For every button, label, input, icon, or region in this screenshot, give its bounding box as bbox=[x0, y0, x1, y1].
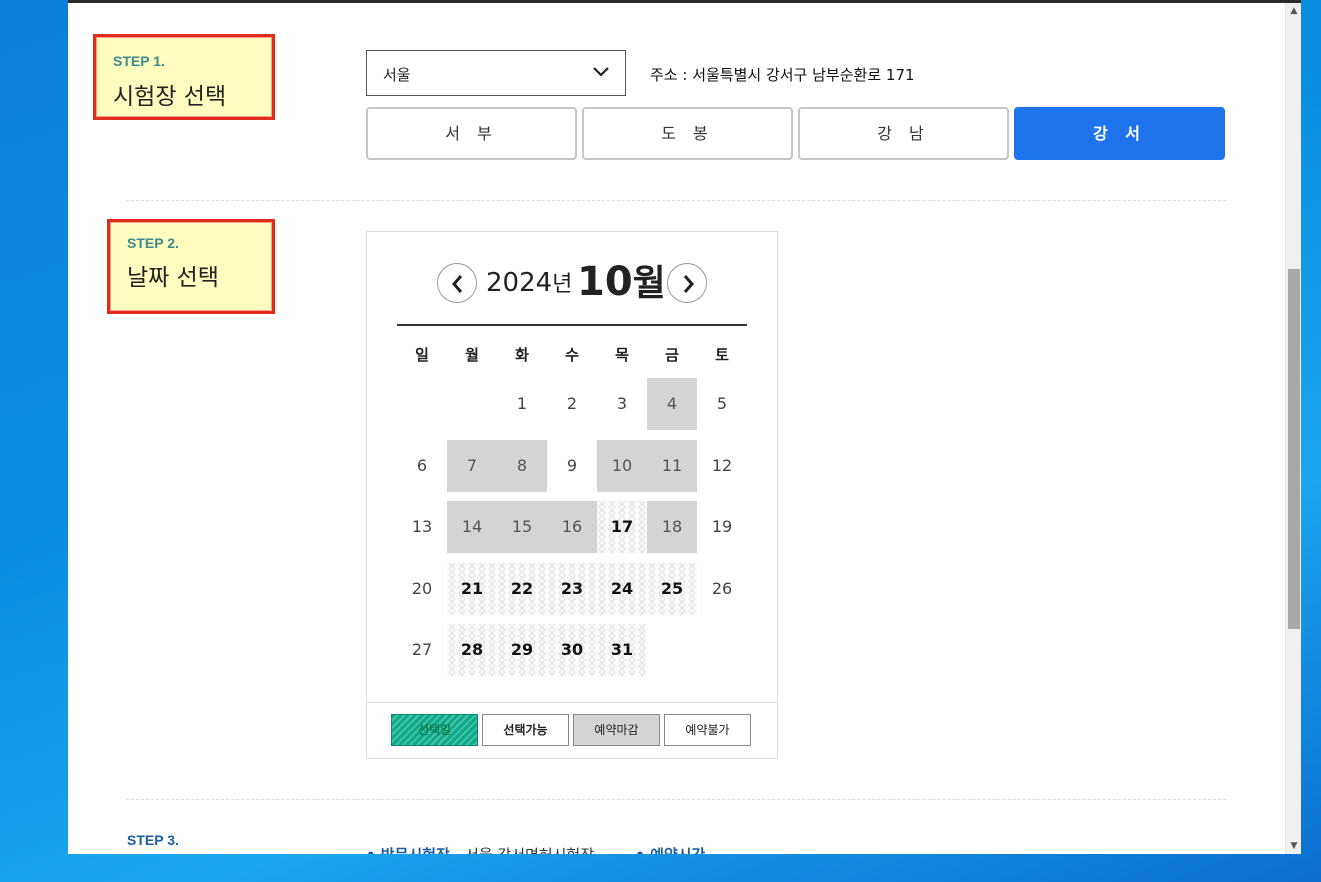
weekday-label: 토 bbox=[715, 346, 729, 364]
center-tab[interactable]: 도 봉 bbox=[582, 107, 793, 160]
scroll-thumb[interactable] bbox=[1288, 269, 1300, 629]
calendar-day: 19 bbox=[711, 517, 733, 536]
calendar-month-unit: 월 bbox=[632, 263, 666, 304]
calendar-day: 1 bbox=[516, 394, 528, 413]
center-tab[interactable]: 강 서 bbox=[1014, 107, 1225, 160]
chevron-down-icon bbox=[591, 61, 611, 87]
weekday-label: 금 bbox=[665, 346, 679, 364]
calendar-day: 14 bbox=[447, 501, 497, 553]
step1-title: 시험장 선택 bbox=[113, 84, 227, 110]
calendar-year-value: 2024 bbox=[486, 268, 553, 298]
legend-divider bbox=[367, 702, 777, 703]
calendar-year-unit: 년 bbox=[552, 272, 573, 297]
calendar-month-value: 10 bbox=[577, 259, 633, 305]
calendar-day[interactable]: 21 bbox=[447, 563, 497, 615]
scroll-up-icon[interactable]: ▲ bbox=[1286, 3, 1301, 19]
calendar-day: 9 bbox=[566, 456, 578, 475]
legend-unavailable: 예약불가 bbox=[664, 714, 751, 746]
weekday-label: 화 bbox=[515, 346, 529, 364]
calendar: 2024년 10월 일월화수목금토 1 2 3 4 5 6 7 8 9 10 11 12 13 14 15 1… bbox=[366, 231, 778, 759]
legend-selected: 선택일 bbox=[391, 714, 478, 746]
calendar-day: 13 bbox=[411, 517, 433, 536]
calendar-day: 18 bbox=[647, 501, 697, 553]
center-tab[interactable]: 서 부 bbox=[366, 107, 577, 160]
calendar-day: 16 bbox=[547, 501, 597, 553]
browser-window: STEP 1. 시험장 선택 서울 주소 : 서울특별시 강서구 남부순환로 1… bbox=[68, 3, 1301, 854]
prev-month-button[interactable] bbox=[437, 263, 477, 303]
center-tab[interactable]: 강 남 bbox=[798, 107, 1009, 160]
calendar-day[interactable]: 30 bbox=[547, 624, 597, 676]
calendar-day: 4 bbox=[647, 378, 697, 430]
visit-center-value: 서울 강서면허시험장 bbox=[465, 846, 594, 854]
calendar-day: 27 bbox=[411, 640, 433, 659]
legend-available: 선택가능 bbox=[482, 714, 569, 746]
weekday-label: 월 bbox=[465, 346, 479, 364]
region-select-value: 서울 bbox=[383, 66, 411, 84]
step3-label: STEP 3. bbox=[127, 832, 179, 848]
center-address: 주소 : 서울특별시 강서구 남부순환로 171 bbox=[650, 66, 915, 84]
calendar-day: 3 bbox=[616, 394, 628, 413]
scroll-down-icon[interactable]: ▼ bbox=[1286, 838, 1301, 854]
next-month-button[interactable] bbox=[667, 263, 707, 303]
calendar-day: 26 bbox=[711, 579, 733, 598]
calendar-day: 10 bbox=[597, 440, 647, 492]
calendar-day: 11 bbox=[647, 440, 697, 492]
section-divider bbox=[126, 799, 1226, 800]
step1-box: STEP 1. 시험장 선택 bbox=[93, 34, 275, 120]
step2-title: 날짜 선택 bbox=[127, 265, 219, 291]
step2-box: STEP 2. 날짜 선택 bbox=[107, 219, 275, 314]
weekday-label: 수 bbox=[565, 346, 579, 364]
reservation-time-label: • 예약시간 bbox=[635, 846, 705, 854]
calendar-day: 15 bbox=[497, 501, 547, 553]
calendar-day: 2 bbox=[566, 394, 578, 413]
calendar-day[interactable]: 31 bbox=[597, 624, 647, 676]
calendar-year: 2024년 bbox=[486, 266, 572, 298]
legend-closed: 예약마감 bbox=[573, 714, 660, 746]
calendar-day: 12 bbox=[711, 456, 733, 475]
calendar-day: 20 bbox=[411, 579, 433, 598]
calendar-day[interactable]: 22 bbox=[497, 563, 547, 615]
calendar-day[interactable]: 24 bbox=[597, 563, 647, 615]
weekday-label: 일 bbox=[415, 346, 429, 364]
calendar-day[interactable]: 17 bbox=[597, 501, 647, 553]
visit-center-label: • 방문시험장 bbox=[366, 846, 450, 854]
calendar-day[interactable]: 28 bbox=[447, 624, 497, 676]
calendar-day: 8 bbox=[497, 440, 547, 492]
calendar-month: 10월 bbox=[577, 254, 666, 306]
calendar-day: 6 bbox=[416, 456, 428, 475]
calendar-day[interactable]: 23 bbox=[547, 563, 597, 615]
section-divider bbox=[126, 200, 1226, 201]
calendar-header-rule bbox=[397, 324, 747, 326]
step1-label: STEP 1. bbox=[113, 53, 165, 69]
calendar-day: 7 bbox=[447, 440, 497, 492]
calendar-day[interactable]: 29 bbox=[497, 624, 547, 676]
vertical-scrollbar[interactable]: ▲ ▼ bbox=[1285, 3, 1301, 854]
calendar-day: 5 bbox=[716, 394, 728, 413]
calendar-day[interactable]: 25 bbox=[647, 563, 697, 615]
weekday-label: 목 bbox=[615, 346, 629, 364]
region-select[interactable]: 서울 bbox=[366, 50, 626, 96]
step2-label: STEP 2. bbox=[127, 235, 179, 251]
step3-summary: • 방문시험장 서울 강서면허시험장 • 예약시간 bbox=[366, 844, 705, 854]
